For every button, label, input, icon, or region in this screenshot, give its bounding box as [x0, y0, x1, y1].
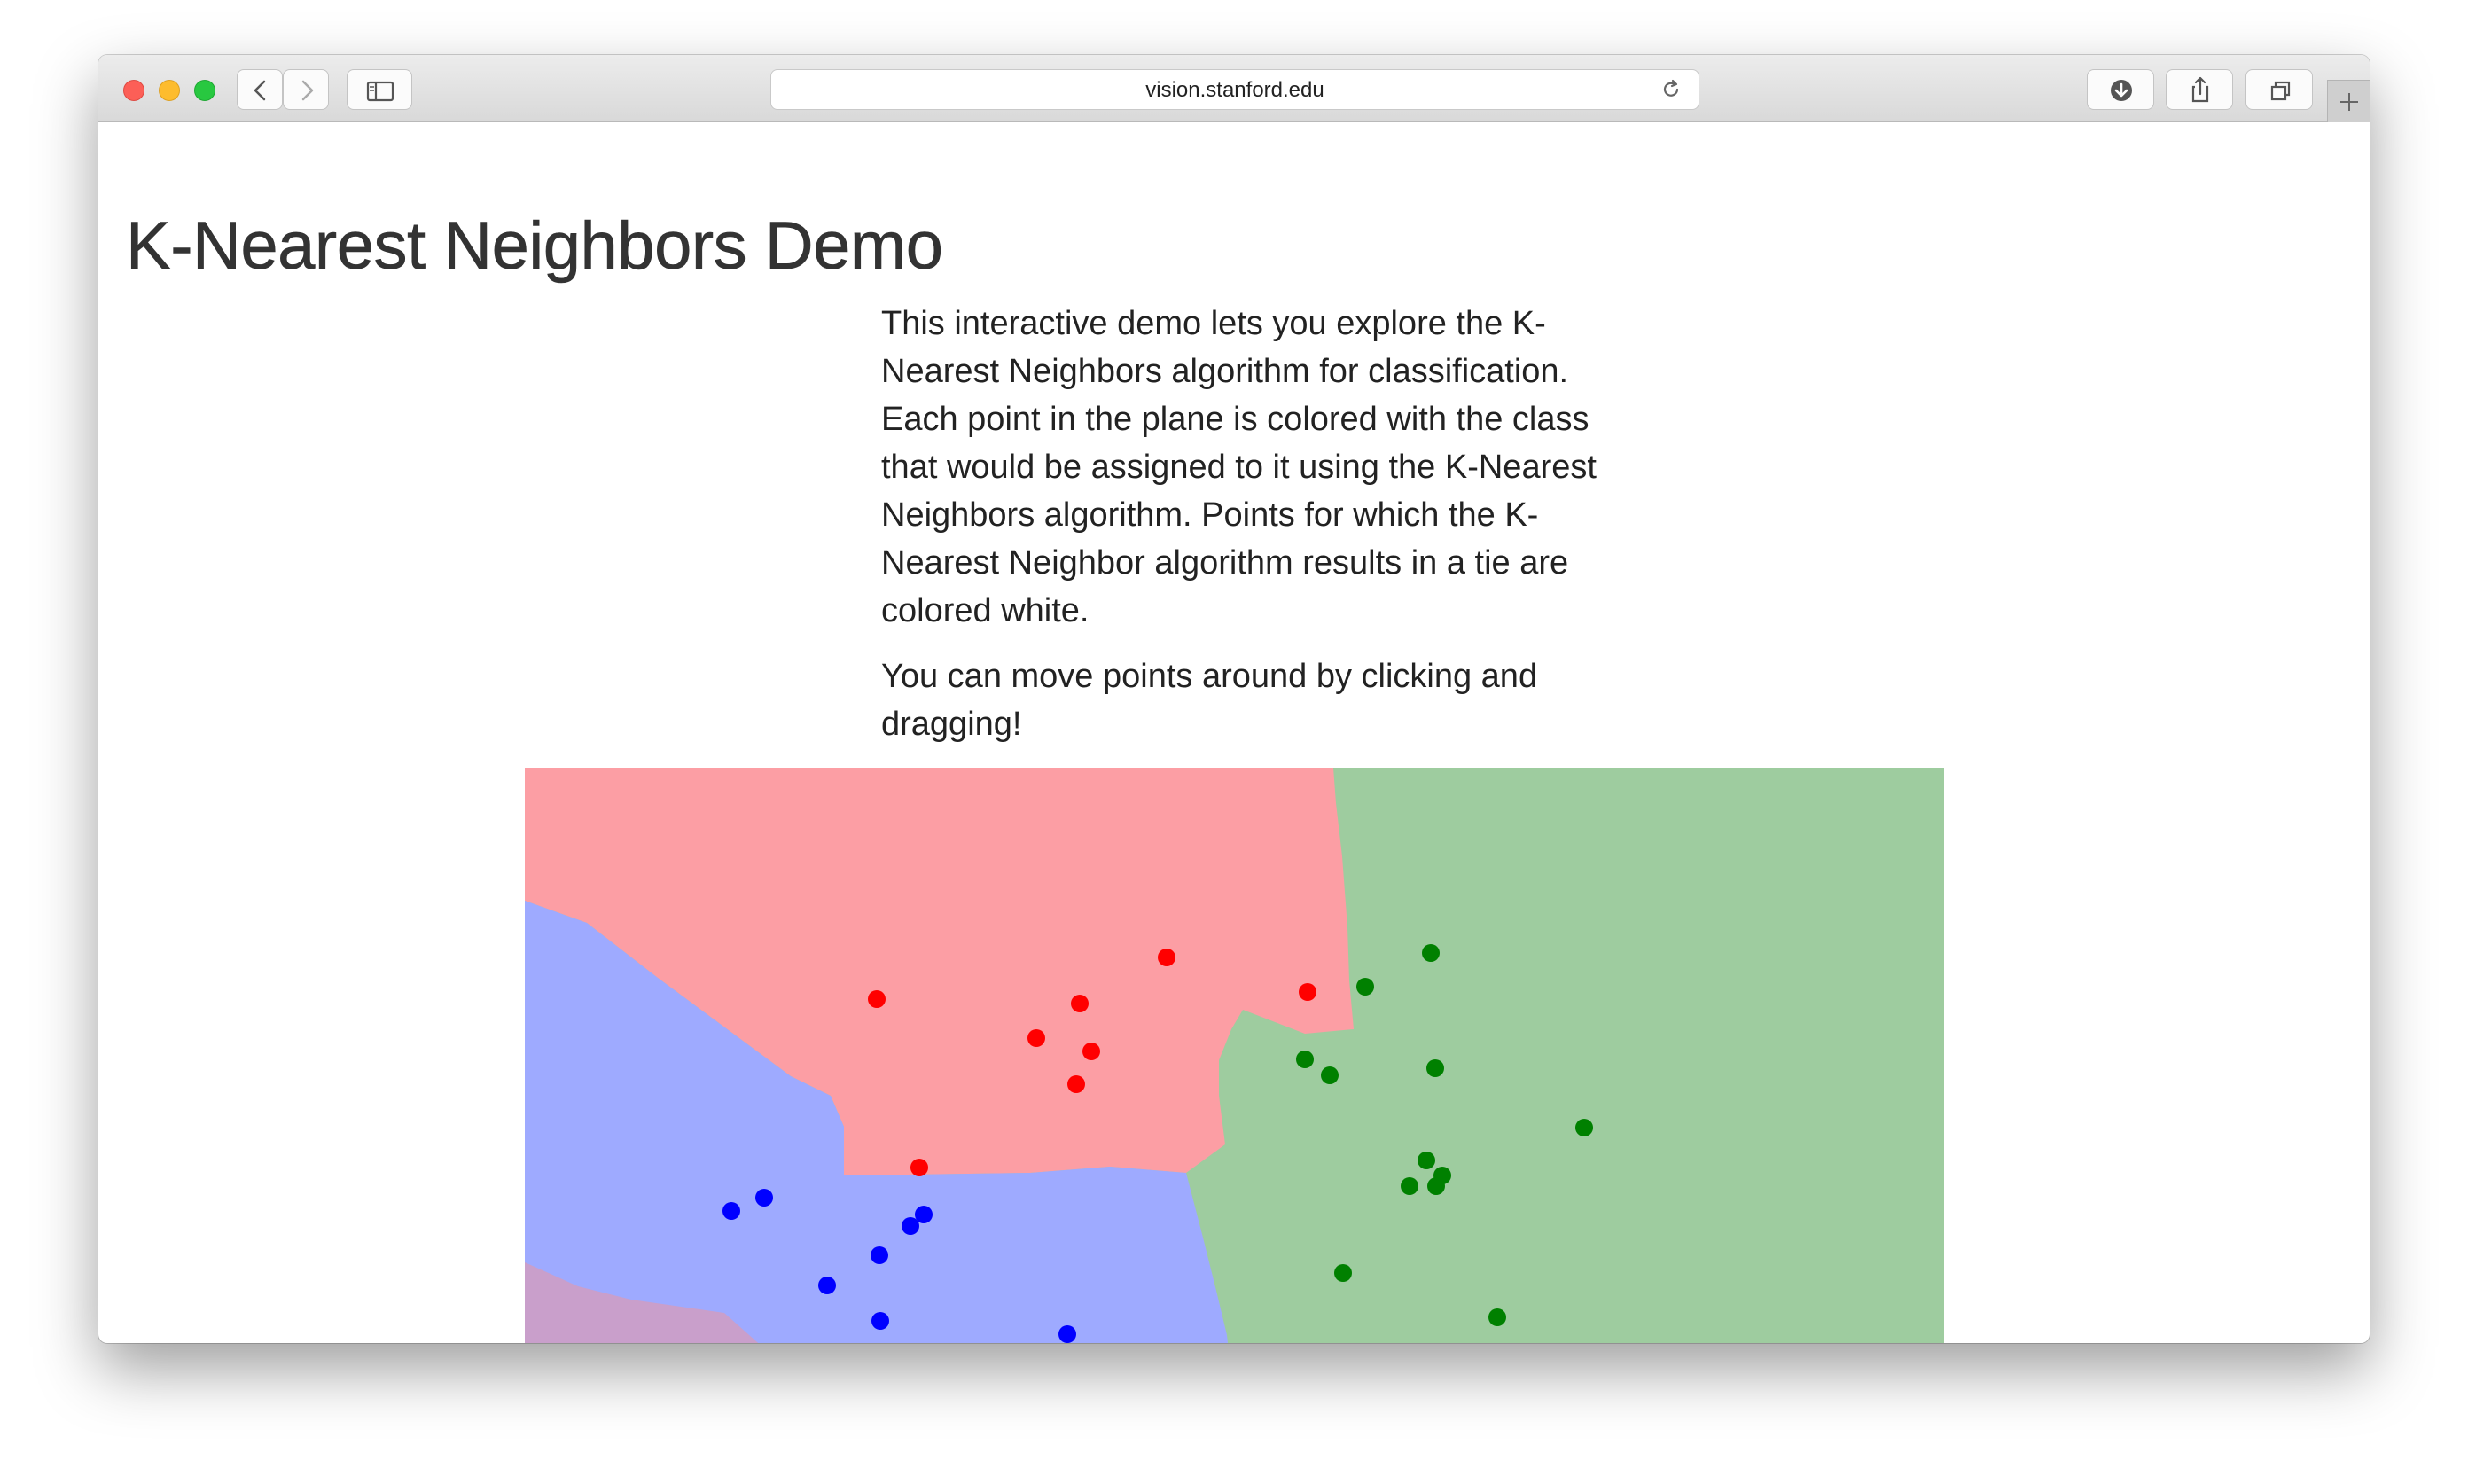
page-content: K-Nearest Neighbors Demo This interactiv…: [98, 122, 2370, 1343]
plus-icon: [2340, 93, 2358, 111]
back-button[interactable]: [237, 69, 283, 110]
blue-point[interactable]: [818, 1277, 836, 1294]
browser-toolbar: vision.stanford.edu: [98, 55, 2370, 122]
reload-icon[interactable]: [1658, 76, 1684, 103]
browser-window: vision.stanford.edu K-Nearest Neighbors …: [98, 55, 2370, 1343]
instruction-paragraph: You can move points around by clicking a…: [881, 658, 1538, 743]
sidebar-icon: [366, 81, 394, 102]
url-text: vision.stanford.edu: [1145, 78, 1324, 102]
downloads-button[interactable]: [2087, 69, 2154, 110]
blue-point[interactable]: [902, 1217, 919, 1235]
green-point[interactable]: [1356, 978, 1374, 996]
green-point[interactable]: [1575, 1119, 1593, 1136]
close-window-button[interactable]: [123, 80, 144, 101]
blue-point[interactable]: [871, 1312, 889, 1330]
tabs-overview-button[interactable]: [2245, 69, 2313, 110]
tabs-icon: [2270, 81, 2291, 101]
red-point[interactable]: [1158, 949, 1175, 966]
knn-canvas[interactable]: [525, 768, 1944, 1343]
green-point[interactable]: [1334, 1264, 1352, 1282]
green-point[interactable]: [1321, 1066, 1339, 1084]
red-point[interactable]: [1082, 1043, 1100, 1060]
chevron-left-icon: [254, 80, 266, 101]
forward-button[interactable]: [283, 69, 329, 110]
green-point[interactable]: [1426, 1059, 1444, 1077]
address-bar[interactable]: vision.stanford.edu: [770, 69, 1699, 110]
page-title: K-Nearest Neighbors Demo: [126, 208, 944, 285]
share-button[interactable]: [2166, 69, 2233, 110]
red-point[interactable]: [1027, 1029, 1045, 1047]
red-point[interactable]: [1067, 1075, 1085, 1093]
green-point[interactable]: [1401, 1177, 1418, 1195]
green-point[interactable]: [1296, 1051, 1314, 1068]
green-point[interactable]: [1422, 944, 1440, 962]
blue-point[interactable]: [871, 1246, 888, 1264]
zoom-window-button[interactable]: [194, 80, 215, 101]
red-point[interactable]: [868, 990, 886, 1008]
sidebar-button[interactable]: [347, 69, 412, 110]
chevron-right-icon: [301, 80, 314, 101]
new-tab-button[interactable]: [2327, 80, 2370, 122]
download-icon: [2111, 80, 2132, 101]
green-point[interactable]: [1427, 1177, 1445, 1195]
knn-decision-plot[interactable]: [525, 768, 1944, 1343]
red-point[interactable]: [1299, 983, 1316, 1001]
blue-point[interactable]: [1058, 1325, 1076, 1343]
blue-point[interactable]: [755, 1189, 773, 1207]
share-icon: [2191, 76, 2209, 103]
minimize-window-button[interactable]: [159, 80, 180, 101]
red-point[interactable]: [910, 1159, 928, 1176]
red-point[interactable]: [1071, 995, 1089, 1012]
green-point[interactable]: [1418, 1152, 1435, 1169]
blue-point[interactable]: [722, 1202, 740, 1220]
green-point[interactable]: [1488, 1308, 1506, 1326]
intro-paragraph: This interactive demo lets you explore t…: [881, 305, 1597, 629]
